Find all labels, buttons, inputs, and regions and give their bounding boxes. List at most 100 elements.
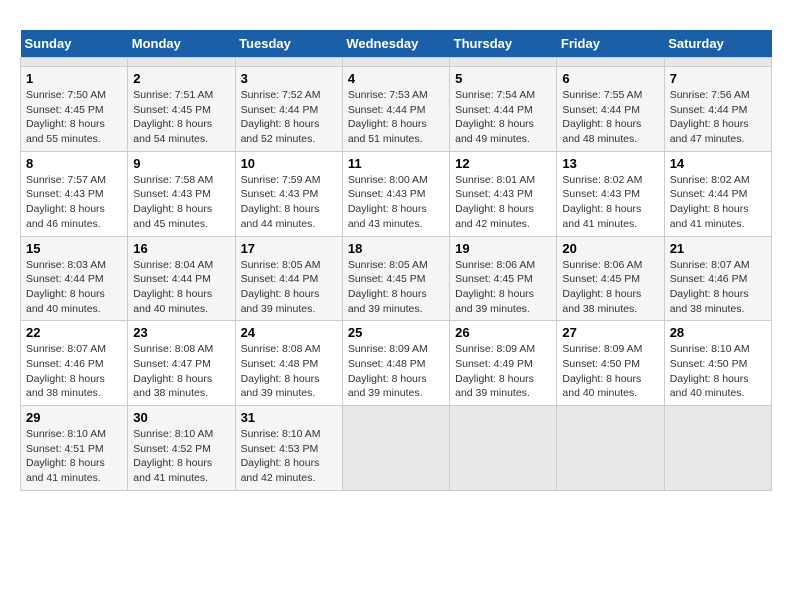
day-info: Sunrise: 8:07 AM Sunset: 4:46 PM Dayligh… — [26, 342, 122, 401]
calendar-cell: 11 Sunrise: 8:00 AM Sunset: 4:43 PM Dayli… — [342, 151, 449, 236]
weekday-header-wednesday: Wednesday — [342, 30, 449, 58]
day-info: Sunrise: 8:10 AM Sunset: 4:51 PM Dayligh… — [26, 427, 122, 486]
calendar-cell — [664, 58, 771, 67]
day-number: 21 — [670, 241, 766, 256]
calendar-cell — [557, 406, 664, 491]
calendar-cell: 23Sunrise: 8:08 AM Sunset: 4:47 PM Dayli… — [128, 321, 235, 406]
calendar-cell — [450, 406, 557, 491]
day-number: 19 — [455, 241, 551, 256]
day-number: 12 — [455, 156, 551, 171]
calendar-cell — [342, 58, 449, 67]
day-number: 28 — [670, 325, 766, 340]
weekday-header-thursday: Thursday — [450, 30, 557, 58]
weekday-header-monday: Monday — [128, 30, 235, 58]
day-info: Sunrise: 8:10 AM Sunset: 4:52 PM Dayligh… — [133, 427, 229, 486]
day-info: Sunrise: 7:57 AM Sunset: 4:43 PM Dayligh… — [26, 173, 122, 232]
calendar-cell: 18 Sunrise: 8:05 AM Sunset: 4:45 PM Dayli… — [342, 236, 449, 321]
day-info: Sunrise: 8:04 AM Sunset: 4:44 PM Dayligh… — [133, 258, 229, 317]
day-number: 11 — [348, 156, 444, 171]
day-number: 17 — [241, 241, 337, 256]
calendar-cell: 17 Sunrise: 8:05 AM Sunset: 4:44 PM Dayli… — [235, 236, 342, 321]
calendar-cell: 8 Sunrise: 7:57 AM Sunset: 4:43 PM Daylig… — [21, 151, 128, 236]
calendar-cell: 26Sunrise: 8:09 AM Sunset: 4:49 PM Dayli… — [450, 321, 557, 406]
day-info: Sunrise: 7:54 AM Sunset: 4:44 PM Dayligh… — [455, 88, 551, 147]
day-info: Sunrise: 8:01 AM Sunset: 4:43 PM Dayligh… — [455, 173, 551, 232]
calendar-cell: 2Sunrise: 7:51 AM Sunset: 4:45 PM Daylig… — [128, 67, 235, 152]
calendar-table: SundayMondayTuesdayWednesdayThursdayFrid… — [20, 30, 772, 491]
day-number: 15 — [26, 241, 122, 256]
day-number: 14 — [670, 156, 766, 171]
calendar-cell: 22 Sunrise: 8:07 AM Sunset: 4:46 PM Dayli… — [21, 321, 128, 406]
day-number: 29 — [26, 410, 122, 425]
day-info: Sunrise: 8:05 AM Sunset: 4:45 PM Dayligh… — [348, 258, 444, 317]
calendar-week-row: 1 Sunrise: 7:50 AM Sunset: 4:45 PM Daylig… — [21, 67, 772, 152]
calendar-week-row — [21, 58, 772, 67]
day-info: Sunrise: 8:08 AM Sunset: 4:48 PM Dayligh… — [241, 342, 337, 401]
weekday-header-saturday: Saturday — [664, 30, 771, 58]
weekday-header-friday: Friday — [557, 30, 664, 58]
calendar-cell: 29 Sunrise: 8:10 AM Sunset: 4:51 PM Dayli… — [21, 406, 128, 491]
calendar-cell: 28Sunrise: 8:10 AM Sunset: 4:50 PM Dayli… — [664, 321, 771, 406]
calendar-cell: 24 Sunrise: 8:08 AM Sunset: 4:48 PM Dayli… — [235, 321, 342, 406]
day-info: Sunrise: 8:09 AM Sunset: 4:49 PM Dayligh… — [455, 342, 551, 401]
day-info: Sunrise: 8:06 AM Sunset: 4:45 PM Dayligh… — [455, 258, 551, 317]
day-number: 16 — [133, 241, 229, 256]
weekday-header-tuesday: Tuesday — [235, 30, 342, 58]
day-info: Sunrise: 8:05 AM Sunset: 4:44 PM Dayligh… — [241, 258, 337, 317]
calendar-header-row: SundayMondayTuesdayWednesdayThursdayFrid… — [21, 30, 772, 58]
day-info: Sunrise: 8:00 AM Sunset: 4:43 PM Dayligh… — [348, 173, 444, 232]
day-info: Sunrise: 7:59 AM Sunset: 4:43 PM Dayligh… — [241, 173, 337, 232]
day-number: 3 — [241, 71, 337, 86]
day-number: 18 — [348, 241, 444, 256]
calendar-week-row: 22 Sunrise: 8:07 AM Sunset: 4:46 PM Dayli… — [21, 321, 772, 406]
calendar-cell: 9Sunrise: 7:58 AM Sunset: 4:43 PM Daylig… — [128, 151, 235, 236]
day-info: Sunrise: 8:10 AM Sunset: 4:53 PM Dayligh… — [241, 427, 337, 486]
day-number: 31 — [241, 410, 337, 425]
day-info: Sunrise: 7:53 AM Sunset: 4:44 PM Dayligh… — [348, 88, 444, 147]
calendar-cell: 15 Sunrise: 8:03 AM Sunset: 4:44 PM Dayli… — [21, 236, 128, 321]
day-info: Sunrise: 7:50 AM Sunset: 4:45 PM Dayligh… — [26, 88, 122, 147]
calendar-cell: 10 Sunrise: 7:59 AM Sunset: 4:43 PM Dayli… — [235, 151, 342, 236]
calendar-cell: 6 Sunrise: 7:55 AM Sunset: 4:44 PM Daylig… — [557, 67, 664, 152]
day-info: Sunrise: 8:09 AM Sunset: 4:48 PM Dayligh… — [348, 342, 444, 401]
day-number: 6 — [562, 71, 658, 86]
day-info: Sunrise: 7:56 AM Sunset: 4:44 PM Dayligh… — [670, 88, 766, 147]
day-number: 22 — [26, 325, 122, 340]
calendar-cell: 20Sunrise: 8:06 AM Sunset: 4:45 PM Dayli… — [557, 236, 664, 321]
calendar-cell: 7 Sunrise: 7:56 AM Sunset: 4:44 PM Daylig… — [664, 67, 771, 152]
day-info: Sunrise: 8:02 AM Sunset: 4:44 PM Dayligh… — [670, 173, 766, 232]
day-number: 5 — [455, 71, 551, 86]
day-number: 23 — [133, 325, 229, 340]
calendar-cell: 31 Sunrise: 8:10 AM Sunset: 4:53 PM Dayli… — [235, 406, 342, 491]
calendar-cell: 1 Sunrise: 7:50 AM Sunset: 4:45 PM Daylig… — [21, 67, 128, 152]
calendar-cell — [342, 406, 449, 491]
calendar-cell: 3 Sunrise: 7:52 AM Sunset: 4:44 PM Daylig… — [235, 67, 342, 152]
day-number: 1 — [26, 71, 122, 86]
calendar-cell — [450, 58, 557, 67]
day-info: Sunrise: 7:55 AM Sunset: 4:44 PM Dayligh… — [562, 88, 658, 147]
day-number: 13 — [562, 156, 658, 171]
calendar-cell — [557, 58, 664, 67]
day-number: 20 — [562, 241, 658, 256]
day-info: Sunrise: 7:52 AM Sunset: 4:44 PM Dayligh… — [241, 88, 337, 147]
day-number: 25 — [348, 325, 444, 340]
calendar-cell: 5 Sunrise: 7:54 AM Sunset: 4:44 PM Daylig… — [450, 67, 557, 152]
day-info: Sunrise: 8:09 AM Sunset: 4:50 PM Dayligh… — [562, 342, 658, 401]
day-number: 24 — [241, 325, 337, 340]
calendar-cell: 4 Sunrise: 7:53 AM Sunset: 4:44 PM Daylig… — [342, 67, 449, 152]
day-number: 7 — [670, 71, 766, 86]
calendar-week-row: 8 Sunrise: 7:57 AM Sunset: 4:43 PM Daylig… — [21, 151, 772, 236]
calendar-cell — [235, 58, 342, 67]
calendar-cell: 12 Sunrise: 8:01 AM Sunset: 4:43 PM Dayli… — [450, 151, 557, 236]
day-number: 27 — [562, 325, 658, 340]
day-info: Sunrise: 7:58 AM Sunset: 4:43 PM Dayligh… — [133, 173, 229, 232]
calendar-cell: 27 Sunrise: 8:09 AM Sunset: 4:50 PM Dayli… — [557, 321, 664, 406]
day-info: Sunrise: 8:03 AM Sunset: 4:44 PM Dayligh… — [26, 258, 122, 317]
calendar-cell: 16 Sunrise: 8:04 AM Sunset: 4:44 PM Dayli… — [128, 236, 235, 321]
day-number: 4 — [348, 71, 444, 86]
day-number: 10 — [241, 156, 337, 171]
day-number: 8 — [26, 156, 122, 171]
calendar-cell: 30 Sunrise: 8:10 AM Sunset: 4:52 PM Dayli… — [128, 406, 235, 491]
day-number: 30 — [133, 410, 229, 425]
calendar-week-row: 15 Sunrise: 8:03 AM Sunset: 4:44 PM Dayli… — [21, 236, 772, 321]
